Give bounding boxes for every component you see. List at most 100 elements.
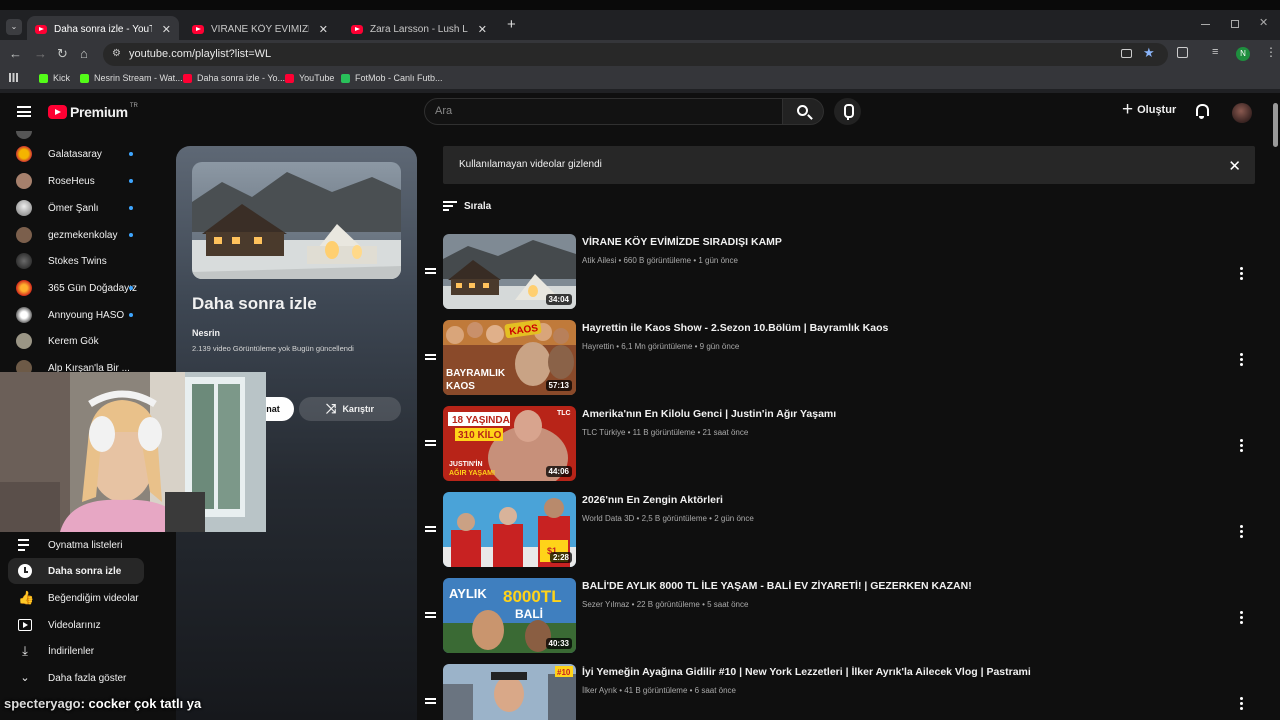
playlist-video-row[interactable]: $1 2:28 2026'nın En Zengin Aktörleri Wor…: [422, 492, 1258, 570]
subscription-gezmekenkolay[interactable]: gezmekenkolay: [16, 225, 156, 245]
forward-icon[interactable]: →: [34, 46, 47, 61]
scrollbar-thumb[interactable]: [1273, 103, 1278, 147]
subscription-365-gun[interactable]: 365 Gün Doğadayız: [16, 278, 156, 298]
channel-name[interactable]: Hayrettin: [582, 342, 614, 351]
restore-icon[interactable]: [1231, 20, 1239, 28]
video-thumbnail[interactable]: 34:04: [443, 234, 576, 309]
bookmark-star-icon[interactable]: ★: [1143, 45, 1155, 61]
close-icon[interactable]: ✕: [1228, 157, 1241, 175]
menu-icon[interactable]: [17, 106, 31, 117]
bookmark-kick[interactable]: Kick: [39, 73, 70, 83]
subscription-partial-item[interactable]: [16, 131, 156, 140]
new-tab-button[interactable]: +: [507, 16, 516, 33]
url-bar[interactable]: ⚙ youtube.com/playlist?list=WL ★: [103, 43, 1168, 66]
playlist-owner[interactable]: Nesrin: [192, 328, 220, 338]
profile-icon[interactable]: N: [1236, 47, 1250, 61]
subscription-annyoung-haso[interactable]: Annyoung HASO: [16, 305, 156, 325]
more-actions-icon[interactable]: [1234, 610, 1248, 624]
video-title[interactable]: VİRANE KÖY EVİMİZDE SIRADIŞI KAMP: [582, 236, 782, 248]
search-button[interactable]: [783, 98, 824, 125]
home-icon[interactable]: ⌂: [80, 46, 88, 61]
subscription-kerem-gok[interactable]: Kerem Gök: [16, 331, 156, 351]
playlist-video-row[interactable]: KAOS BAYRAMLIK KAOS 57:13 Hayrettin ile …: [422, 320, 1258, 398]
drag-handle-icon[interactable]: [425, 354, 436, 360]
subscription-roseheus[interactable]: RoseHeus: [16, 171, 156, 191]
nav-playlists[interactable]: Oynatma listeleri: [8, 532, 144, 558]
more-actions-icon[interactable]: [1234, 524, 1248, 538]
bookmark-youtube[interactable]: YouTube: [285, 73, 334, 83]
install-app-icon[interactable]: [1121, 49, 1132, 58]
playlist-video-row[interactable]: #10 İyi Yemeğin Ayağına Gidilir #10 | Ne…: [422, 664, 1258, 720]
nav-liked-videos[interactable]: 👍 Beğendiğim videolar: [8, 585, 144, 611]
url-text[interactable]: youtube.com/playlist?list=WL: [129, 48, 271, 60]
nav-watch-later[interactable]: Daha sonra izle: [8, 558, 144, 584]
video-title[interactable]: BALİ'DE AYLIK 8000 TL İLE YAŞAM - BALİ E…: [582, 580, 972, 592]
drag-handle-icon[interactable]: [425, 440, 436, 446]
drag-handle-icon[interactable]: [425, 698, 436, 704]
subscription-omer-sanli[interactable]: Ömer Şanlı: [16, 198, 156, 218]
channel-name[interactable]: Sezer Yılmaz: [582, 600, 629, 609]
video-title[interactable]: Hayrettin ile Kaos Show - 2.Sezon 10.Böl…: [582, 322, 888, 334]
search-input[interactable]: [435, 105, 765, 117]
channel-name[interactable]: World Data 3D: [582, 514, 634, 523]
video-thumbnail[interactable]: #10: [443, 664, 576, 720]
subscription-galatasaray[interactable]: Galatasaray: [16, 144, 156, 164]
video-title[interactable]: Amerika'nın En Kilolu Genci | Justin'in …: [582, 408, 836, 420]
youtube-premium-logo[interactable]: Premium TR: [48, 103, 138, 120]
bookmark-watch-later[interactable]: Daha sonra izle - Yo...: [183, 73, 285, 83]
close-tab-icon[interactable]: ✕: [478, 23, 487, 36]
nav-your-videos[interactable]: Videolarınız: [8, 612, 144, 638]
site-info-icon[interactable]: ⚙: [112, 48, 121, 59]
video-thumbnail[interactable]: $1 2:28: [443, 492, 576, 567]
sort-button[interactable]: Sırala: [443, 200, 491, 212]
video-thumbnail[interactable]: KAOS BAYRAMLIK KAOS 57:13: [443, 320, 576, 395]
close-window-icon[interactable]: ✕: [1259, 16, 1268, 29]
channel-name[interactable]: TLC Türkiye: [582, 428, 625, 437]
search-box[interactable]: [424, 98, 783, 125]
nav-show-more[interactable]: ⌄ Daha fazla göster: [8, 665, 144, 691]
playlist-thumbnail[interactable]: [192, 162, 401, 279]
playlist-video-row[interactable]: 18 YAŞINDA 310 KİLO JUSTIN'İN AĞIR YAŞAM…: [422, 406, 1258, 484]
close-tab-icon[interactable]: ✕: [319, 23, 328, 36]
notifications-bell-icon[interactable]: [1195, 104, 1209, 119]
create-button[interactable]: + Oluştur: [1122, 100, 1176, 119]
drag-handle-icon[interactable]: [425, 526, 436, 532]
nav-downloads[interactable]: ⤓ İndirilenler: [8, 638, 144, 664]
drag-handle-icon[interactable]: [425, 612, 436, 618]
subscription-stokes-twins[interactable]: Stokes Twins: [16, 251, 156, 271]
shuffle-button[interactable]: ⤨ Karıştır: [299, 397, 401, 421]
video-title[interactable]: 2026'nın En Zengin Aktörleri: [582, 494, 723, 506]
browser-tab-zara[interactable]: Zara Larsson - Lush Life (Offici ✕: [343, 16, 495, 42]
more-actions-icon[interactable]: [1234, 438, 1248, 452]
account-avatar[interactable]: [1232, 103, 1252, 123]
more-actions-icon[interactable]: [1234, 266, 1248, 280]
upload-age: 6 saat önce: [694, 686, 737, 695]
more-actions-icon[interactable]: [1234, 696, 1248, 710]
bookmark-nesrin-stream[interactable]: Nesrin Stream - Wat...: [80, 73, 183, 83]
drag-handle-icon[interactable]: [425, 268, 436, 274]
minimize-icon[interactable]: [1201, 24, 1210, 25]
channel-name[interactable]: İlker Ayrık: [582, 686, 617, 695]
video-thumbnail[interactable]: 18 YAŞINDA 310 KİLO JUSTIN'İN AĞIR YAŞAM…: [443, 406, 576, 481]
page-scrollbar[interactable]: [1272, 93, 1280, 720]
video-thumbnail[interactable]: AYLIK 8000TL BALİ 40:33: [443, 578, 576, 653]
media-controls-icon[interactable]: ≡: [1212, 46, 1218, 58]
more-actions-icon[interactable]: [1234, 352, 1248, 366]
reload-icon[interactable]: ↻: [57, 46, 68, 62]
logo-text: Premium: [70, 104, 128, 120]
channel-avatar: [16, 253, 32, 269]
extensions-icon[interactable]: [1177, 47, 1188, 58]
browser-menu-icon[interactable]: ⋮: [1265, 45, 1277, 59]
channel-name[interactable]: Atik Ailesi: [582, 256, 616, 265]
playlist-video-row[interactable]: 34:04 VİRANE KÖY EVİMİZDE SIRADIŞI KAMP …: [422, 234, 1258, 312]
video-title[interactable]: İyi Yemeğin Ayağına Gidilir #10 | New Yo…: [582, 666, 1031, 678]
close-tab-icon[interactable]: ✕: [162, 23, 171, 36]
back-icon[interactable]: ←: [9, 46, 22, 61]
playlist-video-row[interactable]: AYLIK 8000TL BALİ 40:33 BALİ'DE AYLIK 80…: [422, 578, 1258, 656]
bookmark-fotmob[interactable]: FotMob - Canlı Futb...: [341, 73, 443, 83]
browser-tab-watch-later[interactable]: Daha sonra izle - YouTube ✕: [27, 16, 179, 42]
apps-grid-icon[interactable]: [9, 73, 18, 82]
browser-tab-virane[interactable]: VİRANE KÖY EVİMİZDE SIRADIŞI ✕: [184, 16, 336, 42]
voice-search-icon[interactable]: [834, 98, 861, 125]
tab-list-button[interactable]: ⌄: [6, 19, 22, 35]
